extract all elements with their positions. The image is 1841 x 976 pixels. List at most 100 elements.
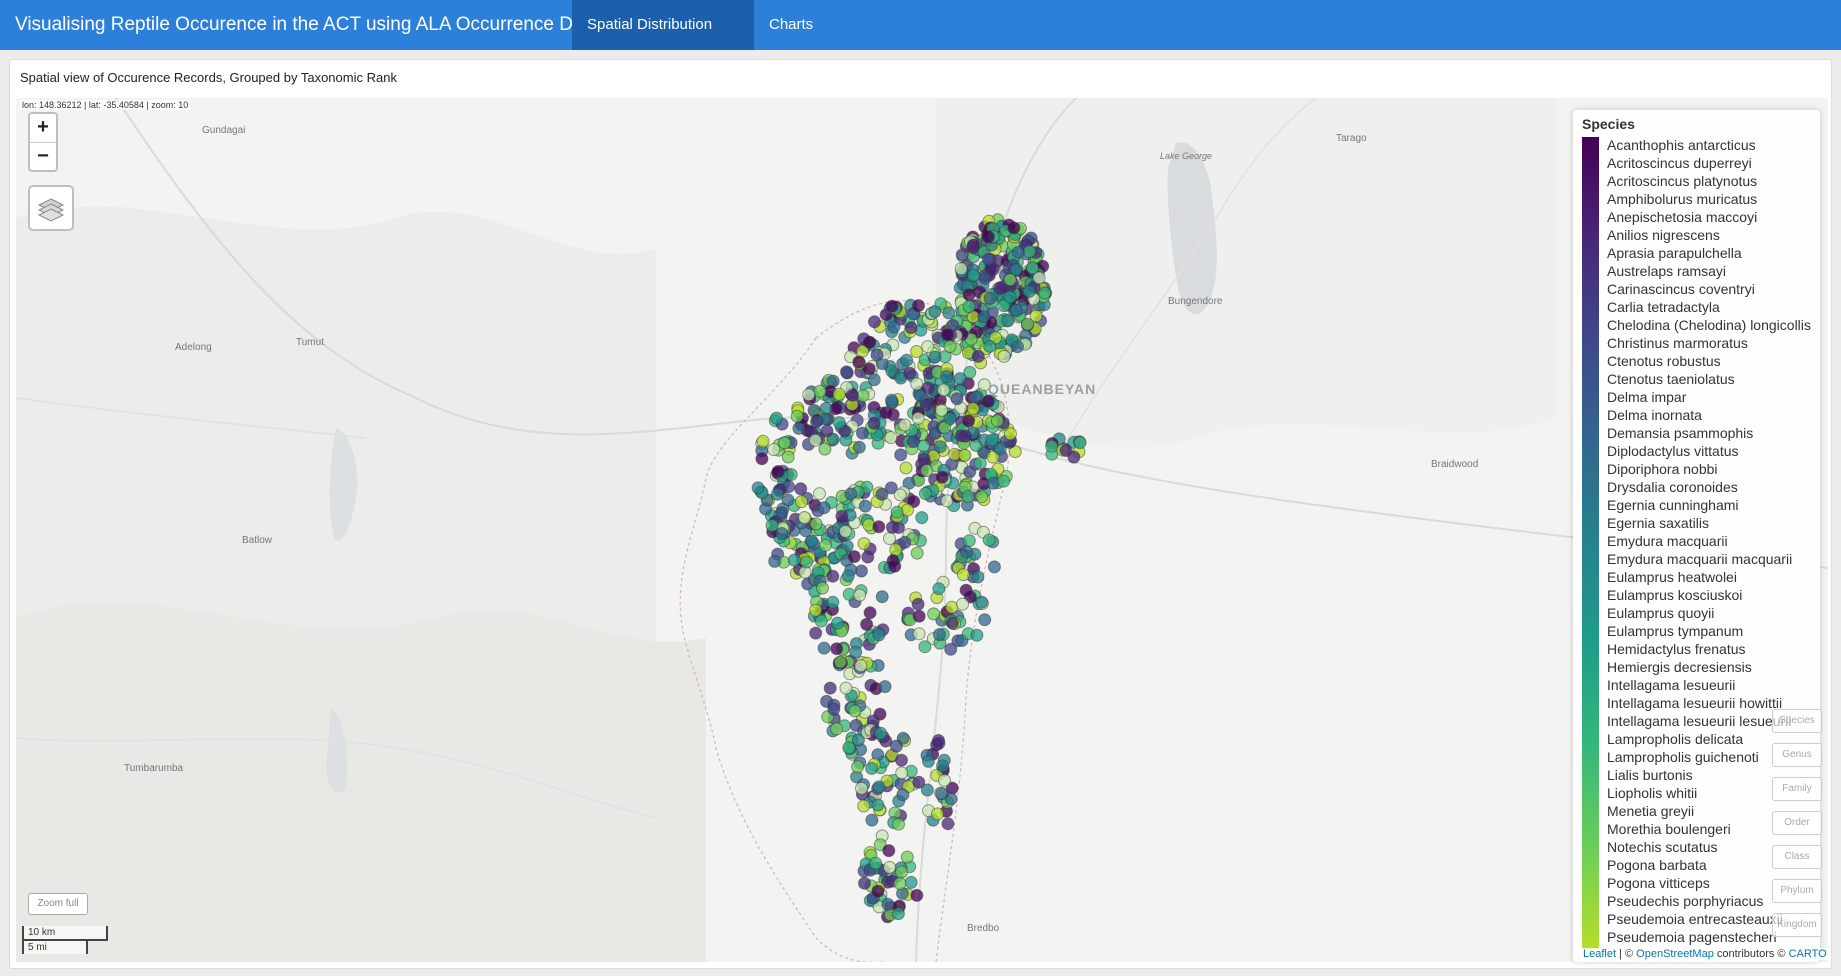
occurrence-point[interactable] [858,499,872,513]
rank-button-class[interactable]: Class [1772,845,1822,869]
occurrence-point[interactable] [915,511,929,525]
occurrence-point[interactable] [838,524,852,538]
occurrence-point[interactable] [997,349,1011,363]
occurrence-point[interactable] [886,554,900,568]
occurrence-point[interactable] [823,681,837,695]
occurrence-point[interactable] [961,490,975,503]
occurrence-point[interactable] [938,773,951,787]
occurrence-point[interactable] [845,388,859,402]
occurrence-point[interactable] [910,546,924,560]
occurrence-point[interactable] [871,798,885,812]
occurrence-point[interactable] [931,807,944,821]
occurrence-point[interactable] [756,434,770,448]
occurrence-point[interactable] [887,320,901,334]
occurrence-point[interactable] [768,554,782,568]
rank-button-genus[interactable]: Genus [1772,743,1822,767]
occurrence-point[interactable] [943,340,957,353]
occurrence-point[interactable] [950,392,964,406]
occurrence-point[interactable] [960,545,974,559]
occurrence-point[interactable] [962,300,976,314]
occurrence-point[interactable] [795,495,808,509]
occurrence-point[interactable] [810,415,824,429]
occurrence-point[interactable] [958,429,972,443]
occurrence-point[interactable] [956,597,970,611]
occurrence-point[interactable] [900,850,914,864]
occurrence-point[interactable] [826,595,840,609]
zoom-full-button[interactable]: Zoom full [28,893,88,915]
occurrence-point[interactable] [935,470,949,484]
occurrence-point[interactable] [867,373,881,387]
occurrence-point[interactable] [1073,436,1087,450]
occurrence-point[interactable] [896,788,910,802]
occurrence-point[interactable] [787,553,801,567]
occurrence-point[interactable] [968,390,982,404]
occurrence-point[interactable] [1032,271,1046,285]
occurrence-point[interactable] [920,464,934,477]
occurrence-point[interactable] [975,595,989,609]
occurrence-point[interactable] [1045,439,1059,453]
occurrence-point[interactable] [997,474,1011,488]
occurrence-point[interactable] [849,718,863,732]
occurrence-point[interactable] [936,759,950,773]
occurrence-point[interactable] [1001,314,1015,328]
occurrence-point[interactable] [781,450,795,464]
occurrence-point[interactable] [1007,221,1021,235]
occurrence-point[interactable] [904,875,918,889]
occurrence-point[interactable] [827,702,841,716]
occurrence-point[interactable] [809,603,823,617]
occurrence-point[interactable] [1010,304,1023,317]
layers-control-button[interactable] [28,185,74,231]
occurrence-point[interactable] [813,384,827,398]
occurrence-point[interactable] [870,348,884,362]
occurrence-point[interactable] [831,616,845,630]
occurrence-point[interactable] [1059,444,1073,457]
occurrence-point[interactable] [921,340,935,354]
occurrence-point[interactable] [755,452,769,466]
rank-button-kingdom[interactable]: Kingdom [1772,913,1822,937]
carto-link[interactable]: CARTO [1789,948,1827,960]
occurrence-point[interactable] [955,248,969,262]
occurrence-point[interactable] [883,860,897,874]
occurrence-point[interactable] [790,409,804,423]
occurrence-point[interactable] [983,291,997,305]
occurrence-point[interactable] [918,487,932,500]
occurrence-point[interactable] [775,506,789,520]
occurrence-point[interactable] [975,490,989,504]
occurrence-point[interactable] [860,617,874,631]
tab-spatial-distribution-map[interactable]: Spatial Distribution Map [572,0,754,83]
occurrence-point[interactable] [954,262,968,276]
occurrence-point[interactable] [941,817,955,831]
occurrence-point[interactable] [933,440,947,454]
occurrence-point[interactable] [885,299,899,313]
occurrence-point[interactable] [817,641,831,655]
occurrence-point[interactable] [865,813,879,827]
occurrence-point[interactable] [830,642,844,656]
occurrence-point[interactable] [962,288,976,302]
occurrence-point[interactable] [937,383,951,397]
osm-link[interactable]: OpenStreetMap [1636,948,1714,960]
zoom-out-button[interactable]: − [30,143,56,171]
occurrence-point[interactable] [875,590,889,604]
occurrence-point[interactable] [820,424,834,438]
occurrence-point[interactable] [863,335,877,349]
occurrence-point[interactable] [819,538,833,552]
occurrence-point[interactable] [1011,340,1024,354]
occurrence-point[interactable] [920,783,934,797]
occurrence-point[interactable] [808,433,822,447]
occurrence-point[interactable] [946,616,959,630]
occurrence-point[interactable] [809,517,823,531]
occurrence-point[interactable] [983,339,997,353]
occurrence-point[interactable] [854,659,868,673]
occurrence-point[interactable] [770,487,784,501]
occurrence-point[interactable] [927,607,941,621]
occurrence-point[interactable] [1022,284,1036,298]
occurrence-point[interactable] [959,583,973,597]
occurrence-point[interactable] [893,488,907,502]
occurrence-point[interactable] [886,408,900,422]
leaflet-link[interactable]: Leaflet [1583,948,1616,960]
occurrence-point[interactable] [891,907,905,921]
occurrence-point[interactable] [809,626,823,640]
occurrence-point[interactable] [918,640,932,654]
occurrence-point[interactable] [911,597,925,611]
occurrence-point[interactable] [987,560,1001,574]
